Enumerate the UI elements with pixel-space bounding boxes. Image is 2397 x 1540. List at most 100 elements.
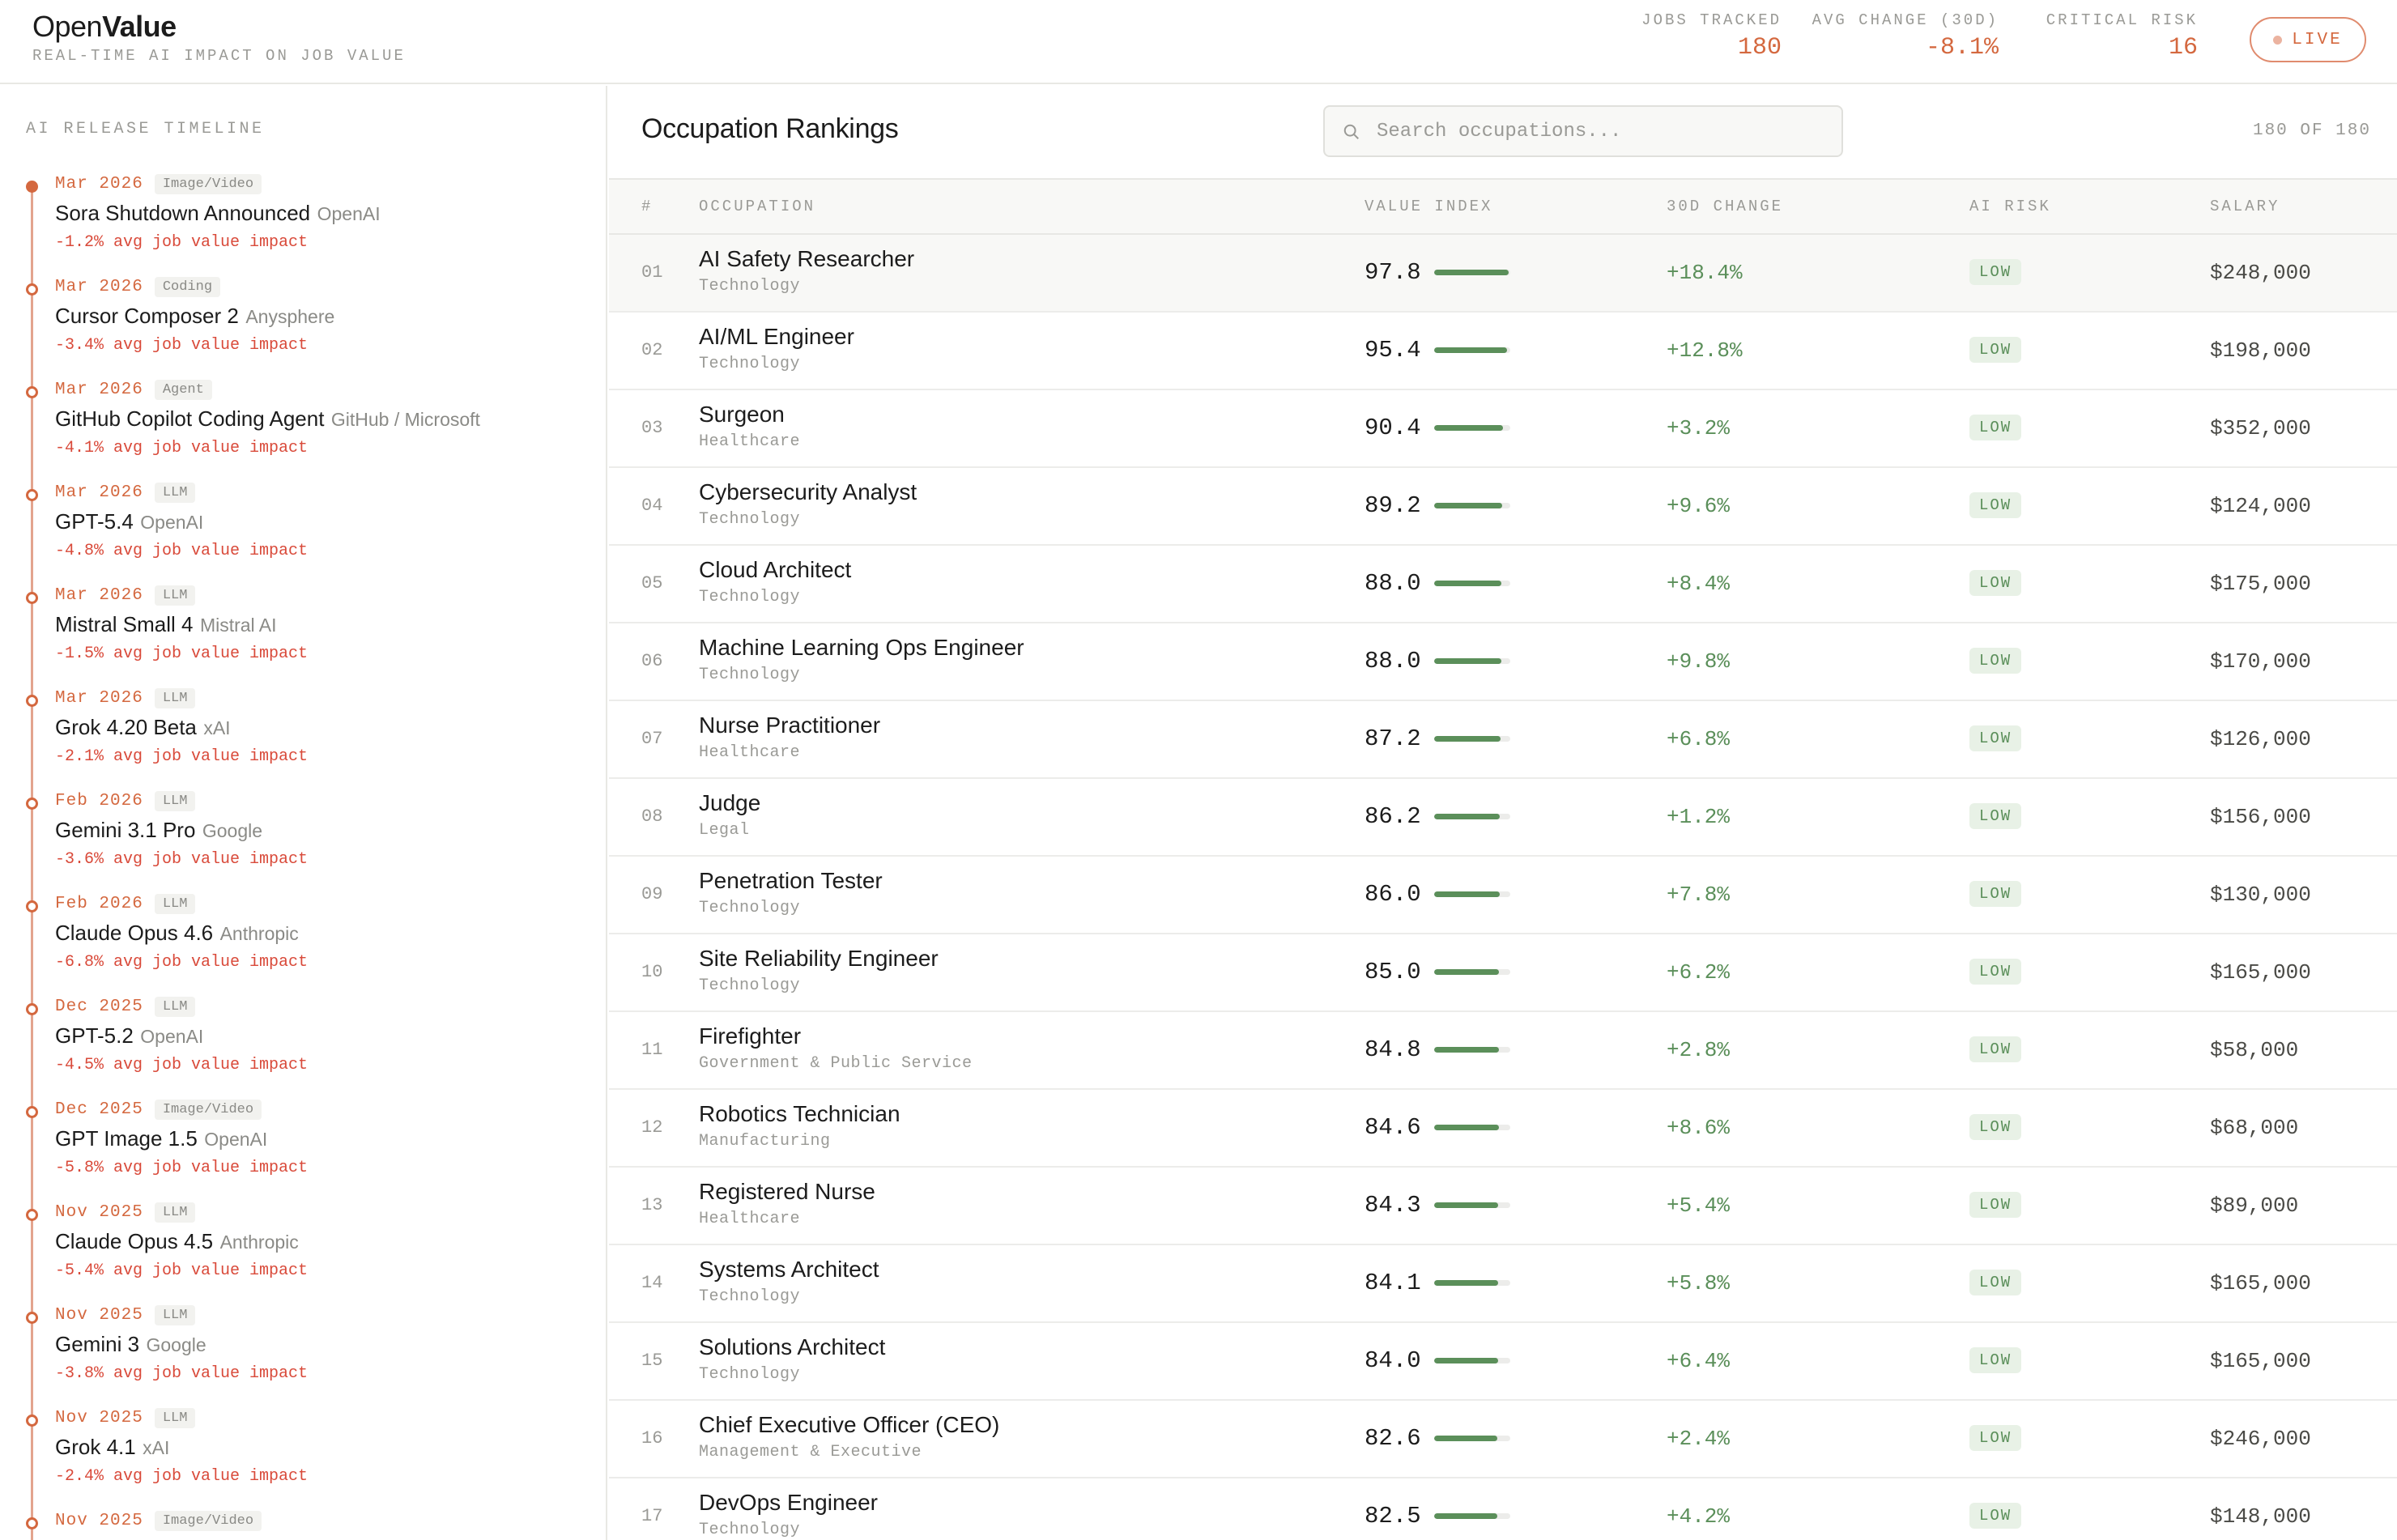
value-index-bar-fill <box>1434 736 1501 742</box>
value-index-bar-fill <box>1434 503 1502 508</box>
release-title: Claude Opus 4.6 Anthropic <box>55 921 299 946</box>
release-date: Nov 2025 <box>55 1511 143 1530</box>
timeline-item[interactable]: Mar 2026 LLM GPT-5.4 OpenAI -4.8% avg job v… <box>0 480 606 583</box>
table-row[interactable]: 10 Site Reliability Engineer Technology 85.… <box>609 934 2397 1012</box>
occupation-name: Registered Nurse <box>699 1179 875 1204</box>
value-index-number: 88.0 <box>1365 570 1421 597</box>
timeline-item[interactable]: Mar 2026 LLM Grok 4.20 Beta xAI -2.1% avg j… <box>0 686 606 789</box>
table-row[interactable]: 01 AI Safety Researcher Technology 97.8 +18.… <box>609 235 2397 313</box>
table-row[interactable]: 15 Solutions Architect Technology 84.0 +6.4%… <box>609 1323 2397 1401</box>
table-row[interactable]: 03 Surgeon Healthcare 90.4 +3.2% LOW $352,000 <box>609 390 2397 468</box>
logo-value: Value <box>102 10 177 43</box>
table-row[interactable]: 16 Chief Executive Officer (CEO) Managemen… <box>609 1401 2397 1478</box>
table-row[interactable]: 08 Judge Legal 86.2 +1.2% LOW $156,000 <box>609 779 2397 857</box>
timeline-item[interactable]: Nov 2025 LLM Gemini 3 Google -3.8% avg job … <box>0 1303 606 1406</box>
risk-badge: LOW <box>1969 1347 2022 1373</box>
table-row[interactable]: 04 Cybersecurity Analyst Technology 89.2 +9.… <box>609 468 2397 546</box>
rank-cell: 11 <box>641 1040 663 1060</box>
value-index-number: 82.5 <box>1365 1503 1421 1529</box>
salary-cell: $124,000 <box>2210 494 2311 518</box>
table-row[interactable]: 17 DevOps Engineer Technology 82.5 +4.2% LOW $… <box>609 1478 2397 1540</box>
release-date: Mar 2026 <box>55 688 143 708</box>
release-title: GPT Image 1.5 OpenAI <box>55 1126 267 1151</box>
salary-cell: $58,000 <box>2210 1038 2299 1062</box>
table-row[interactable]: 07 Nurse Practitioner Healthcare 87.2 +6.8% L… <box>609 701 2397 779</box>
value-index-cell: 82.5 <box>1365 1503 1510 1529</box>
search-box[interactable] <box>1323 105 1843 157</box>
release-vendor: xAI <box>143 1437 170 1458</box>
timeline-item[interactable]: Nov 2025 Image/Video <box>0 1508 606 1540</box>
app-logo[interactable]: OpenValue <box>32 10 177 44</box>
table-row[interactable]: 05 Cloud Architect Technology 88.0 +8.4% LOW $… <box>609 546 2397 623</box>
timeline-item[interactable]: Nov 2025 LLM Claude Opus 4.5 Anthropic -5.4… <box>0 1200 606 1303</box>
timeline-item[interactable]: Mar 2026 Agent GitHub Copilot Coding Agent… <box>0 377 606 480</box>
timeline-marker-icon <box>26 900 38 913</box>
release-date: Dec 2025 <box>55 1100 143 1119</box>
risk-badge: LOW <box>1969 959 2022 985</box>
release-date: Nov 2025 <box>55 1202 143 1222</box>
table-row[interactable]: 13 Registered Nurse Healthcare 84.3 +5.4% LOW… <box>609 1168 2397 1245</box>
timeline-item[interactable]: Dec 2025 Image/Video GPT Image 1.5 OpenAI -… <box>0 1097 606 1200</box>
rank-cell: 16 <box>641 1428 663 1449</box>
col-rank[interactable]: # <box>641 198 653 215</box>
occupation-name: Penetration Tester <box>699 868 883 893</box>
table-row[interactable]: 02 AI/ML Engineer Technology 95.4 +12.8% LOW $… <box>609 313 2397 390</box>
occupation-name: Cybersecurity Analyst <box>699 479 918 504</box>
release-name: Grok 4.20 Beta <box>55 715 197 739</box>
col-ai-risk[interactable]: AI RISK <box>1969 198 2051 215</box>
timeline-item[interactable]: Nov 2025 LLM Grok 4.1 xAI -2.4% avg job val… <box>0 1406 606 1508</box>
stat-critical-risk: CRITICAL RISK 16 <box>2046 11 2198 62</box>
table-row[interactable]: 06 Machine Learning Ops Engineer Technolog… <box>609 623 2397 701</box>
timeline-item[interactable]: Mar 2026 Image/Video Sora Shutdown Announc… <box>0 172 606 274</box>
col-value-index[interactable]: VALUE INDEX <box>1365 198 1492 215</box>
risk-badge: LOW <box>1969 803 2022 829</box>
table-row[interactable]: 14 Systems Architect Technology 84.1 +5.8% LO… <box>609 1245 2397 1323</box>
timeline-marker-icon <box>26 1415 38 1427</box>
timeline-item[interactable]: Feb 2026 LLM Gemini 3.1 Pro Google -3.6% av… <box>0 789 606 891</box>
value-index-bar-fill <box>1434 658 1501 664</box>
value-index-number: 89.2 <box>1365 492 1421 519</box>
occupation-cell: DevOps Engineer Technology <box>699 1490 878 1539</box>
release-category-tag: LLM <box>154 585 196 606</box>
timeline-marker-icon <box>26 1003 38 1015</box>
timeline-item[interactable]: Mar 2026 Coding Cursor Composer 2 Anyspher… <box>0 274 606 377</box>
release-date: Nov 2025 <box>55 1305 143 1325</box>
risk-badge: LOW <box>1969 337 2022 363</box>
live-indicator[interactable]: LIVE <box>2250 17 2366 62</box>
occupation-cell: Systems Architect Technology <box>699 1257 879 1306</box>
change-cell: +2.4% <box>1667 1427 1731 1451</box>
occupation-name: Surgeon <box>699 402 785 427</box>
value-index-number: 84.1 <box>1365 1270 1421 1296</box>
rank-cell: 09 <box>641 884 663 904</box>
release-title: Gemini 3.1 Pro Google <box>55 818 262 843</box>
table-row[interactable]: 11 Firefighter Government & Public Service… <box>609 1012 2397 1090</box>
release-impact: -3.6% avg job value impact <box>55 850 309 869</box>
salary-cell: $352,000 <box>2210 416 2311 440</box>
release-impact: -5.4% avg job value impact <box>55 1261 309 1280</box>
col-occupation[interactable]: OCCUPATION <box>699 198 815 215</box>
occupation-cell: Cybersecurity Analyst Technology <box>699 479 917 529</box>
release-vendor: OpenAI <box>204 1129 268 1150</box>
risk-badge: LOW <box>1969 881 2022 907</box>
release-impact: -4.5% avg job value impact <box>55 1056 309 1074</box>
table-row[interactable]: 12 Robotics Technician Manufacturing 84.6 +8… <box>609 1090 2397 1168</box>
occupation-sector: Healthcare <box>699 432 801 451</box>
release-category-tag: Image/Video <box>154 173 262 194</box>
occupation-name: Solutions Architect <box>699 1334 886 1359</box>
salary-cell: $126,000 <box>2210 727 2311 751</box>
col-30d-change[interactable]: 30D CHANGE <box>1667 198 1783 215</box>
search-input[interactable] <box>1377 107 1830 155</box>
release-date: Mar 2026 <box>55 483 143 502</box>
col-salary[interactable]: SALARY <box>2210 198 2280 215</box>
salary-cell: $89,000 <box>2210 1193 2299 1218</box>
timeline-item[interactable]: Mar 2026 LLM Mistral Small 4 Mistral AI -1.… <box>0 583 606 686</box>
timeline-item[interactable]: Feb 2026 LLM Claude Opus 4.6 Anthropic -6.8… <box>0 891 606 994</box>
live-label: LIVE <box>2292 30 2343 49</box>
salary-cell: $156,000 <box>2210 805 2311 829</box>
release-timeline-sidebar[interactable]: AI RELEASE TIMELINE Mar 2026 Image/Video S… <box>0 86 607 1540</box>
value-index-bar <box>1434 347 1510 353</box>
table-row[interactable]: 09 Penetration Tester Technology 86.0 +7.8% L… <box>609 857 2397 934</box>
value-index-bar <box>1434 1047 1510 1053</box>
timeline-item[interactable]: Dec 2025 LLM GPT-5.2 OpenAI -4.5% avg job v… <box>0 994 606 1097</box>
value-index-number: 86.2 <box>1365 803 1421 830</box>
